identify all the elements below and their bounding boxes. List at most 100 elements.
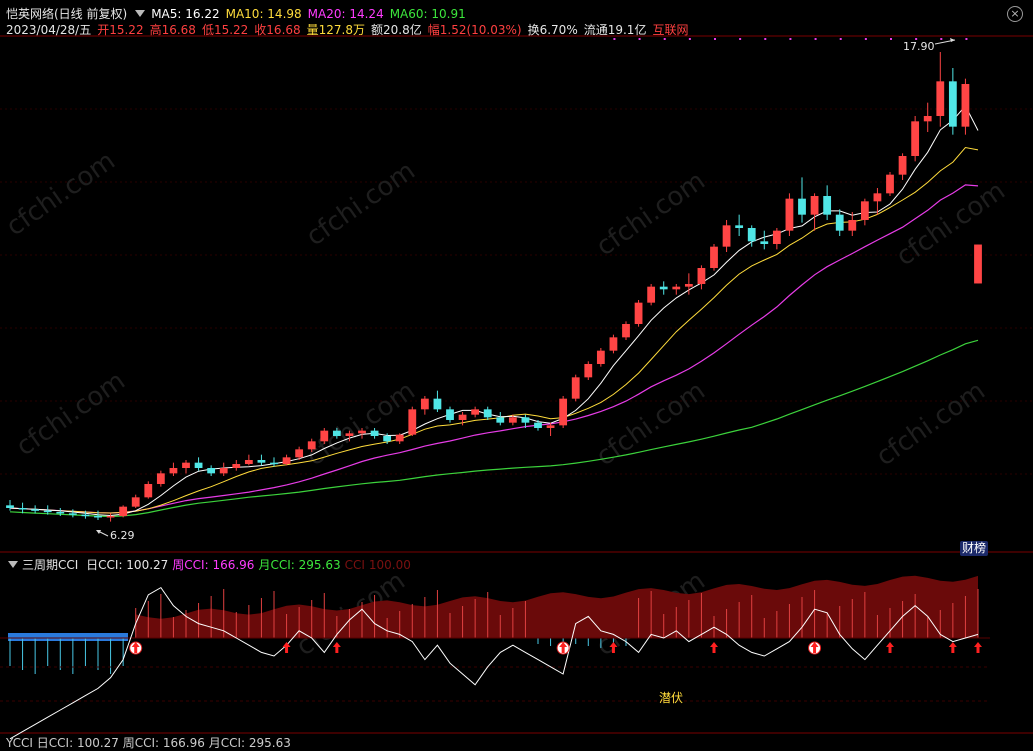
candle (144, 481, 153, 499)
candle-body (961, 84, 970, 127)
candle (848, 212, 857, 236)
candle-body (521, 417, 530, 423)
candle-body (307, 441, 316, 450)
settings-dropdown-icon[interactable] (135, 10, 146, 17)
ma20-value: MA20: 14.24 (307, 7, 384, 21)
candle (584, 361, 593, 380)
candle-body (219, 468, 228, 474)
candle-body (43, 510, 52, 513)
candle-body (119, 506, 128, 516)
candle-body (332, 430, 341, 436)
candle (408, 406, 417, 436)
candle (772, 228, 781, 250)
arrow-shape (710, 642, 718, 653)
chart-header: 恺英网络(日线 前复权) MA5: 16.22 MA10: 14.98 MA20: 1… (6, 6, 472, 22)
candle (735, 214, 744, 236)
ma10-value: MA10: 14.98 (225, 7, 302, 21)
candle (119, 505, 128, 518)
candle (697, 265, 706, 290)
candle-body (546, 425, 555, 428)
candle-body (420, 398, 429, 410)
cci-day: 日CCI: 100.27 (86, 558, 169, 572)
candle-body (408, 409, 417, 435)
ma20-line (9, 184, 979, 514)
candle-body (244, 460, 253, 464)
candle-body (571, 377, 580, 399)
watermark: cfchi.com cfchi.com cfchi.com cfchi.com … (1, 146, 1011, 662)
up-arrow-icon (129, 641, 143, 655)
low-marker: 6.29 (96, 529, 135, 542)
candle-body (81, 514, 90, 517)
close-button[interactable]: × (1007, 6, 1023, 22)
signal-dot (864, 38, 867, 40)
cci-signal-arrows (129, 641, 982, 655)
candle (835, 209, 844, 236)
arrow-shape (974, 642, 982, 653)
svg-text:cfchi.com: cfchi.com (11, 366, 131, 462)
quote-sector[interactable]: 互联网 (652, 23, 688, 37)
signal-dot (789, 38, 792, 40)
candle (722, 220, 731, 252)
cci-extra-label: CCI (344, 558, 365, 572)
candle (596, 348, 605, 367)
candle-body (898, 156, 907, 175)
candle-body (596, 350, 605, 364)
svg-text:cfchi.com: cfchi.com (301, 156, 421, 252)
candle-body (446, 409, 454, 420)
candle-body (647, 286, 656, 303)
candle-body (156, 473, 165, 484)
candle (257, 454, 266, 466)
stock-chart: cfchi.com cfchi.com cfchi.com cfchi.com … (0, 35, 1033, 740)
cci-header: 三周期CCI 日CCI: 100.27 周CCI: 166.96 月CCI: 295… (6, 556, 415, 573)
candle-body (760, 241, 769, 244)
candle-body (810, 196, 819, 215)
cci-name[interactable]: 三周期CCI (22, 558, 78, 572)
up-arrow-icon (556, 641, 570, 655)
cci-area (8, 575, 978, 641)
candle-body (697, 268, 706, 284)
low-price-label: 6.29 (110, 529, 135, 542)
arrow-shape (886, 642, 894, 653)
candle (647, 284, 656, 306)
candle-body (358, 430, 366, 434)
lurk-label: 潜伏 (659, 691, 683, 705)
candle-body (848, 220, 857, 231)
candle-body (131, 497, 140, 507)
candle-body (835, 214, 844, 231)
candle-body (169, 468, 178, 474)
candle (798, 177, 806, 223)
candle (496, 412, 505, 426)
candle (446, 406, 454, 423)
candle (270, 457, 278, 467)
candle (232, 460, 241, 471)
candle-body (684, 284, 693, 287)
candle-body (886, 174, 894, 194)
arrow-shape (948, 642, 957, 653)
candle-body (948, 81, 957, 127)
candle (282, 454, 291, 466)
signal-dot (638, 38, 641, 40)
candle-body (106, 516, 115, 518)
svg-text:cfchi.com: cfchi.com (871, 376, 991, 472)
finance-badge[interactable]: 财榜 (960, 541, 989, 556)
candle-body (56, 512, 65, 514)
cci-month: 月CCI: 295.63 (258, 558, 341, 572)
stock-title[interactable]: 恺英网络(日线 前复权) (6, 7, 127, 21)
candle-body (232, 464, 241, 468)
candle-body (609, 337, 618, 351)
candle-body (659, 286, 668, 290)
candle-body (785, 198, 794, 231)
candle (898, 153, 907, 180)
candle (433, 390, 442, 412)
candle (710, 244, 718, 271)
ma60-value: MA60: 10.91 (389, 7, 466, 21)
signal-dot (613, 38, 616, 40)
candle-body (270, 462, 278, 465)
candle-body (860, 201, 869, 220)
candle-body (823, 196, 832, 215)
cci-month-area (135, 575, 978, 638)
candle-body (18, 508, 27, 510)
quote-high: 高16.68 (149, 23, 196, 37)
indicator-dropdown-icon[interactable] (8, 561, 18, 568)
signal-dot (940, 38, 943, 40)
